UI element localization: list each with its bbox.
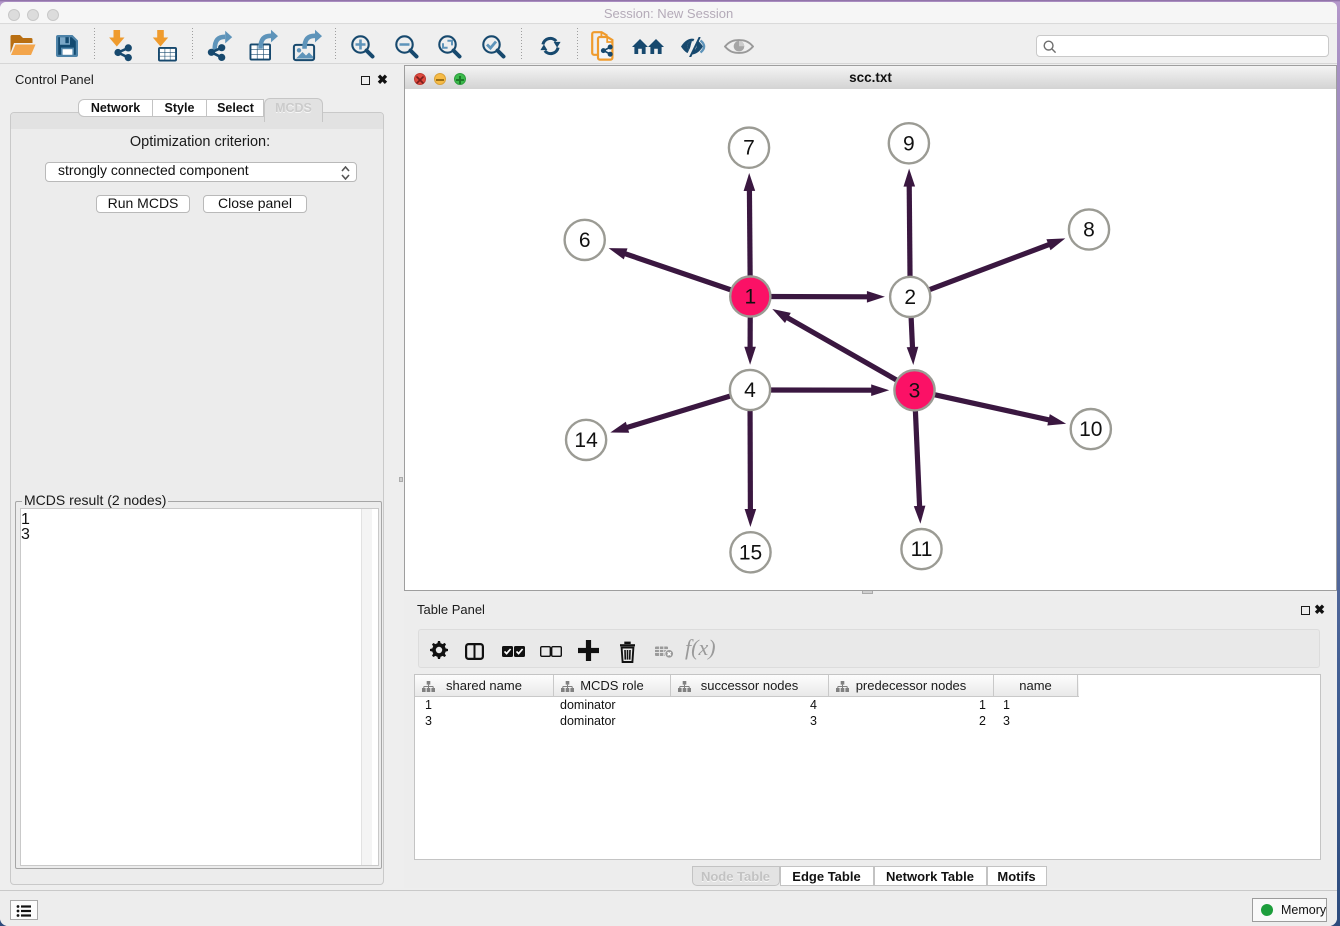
svg-text:2: 2 [904, 286, 916, 309]
svg-text:10: 10 [1079, 418, 1102, 441]
svg-text:9: 9 [903, 132, 915, 155]
svg-text:8: 8 [1083, 219, 1095, 242]
svg-text:4: 4 [744, 379, 756, 402]
svg-text:1: 1 [744, 286, 756, 309]
svg-text:7: 7 [743, 137, 755, 160]
svg-text:11: 11 [911, 538, 933, 561]
svg-text:6: 6 [579, 229, 591, 252]
svg-text:15: 15 [739, 541, 762, 564]
svg-text:3: 3 [909, 379, 921, 402]
svg-text:14: 14 [574, 429, 598, 452]
